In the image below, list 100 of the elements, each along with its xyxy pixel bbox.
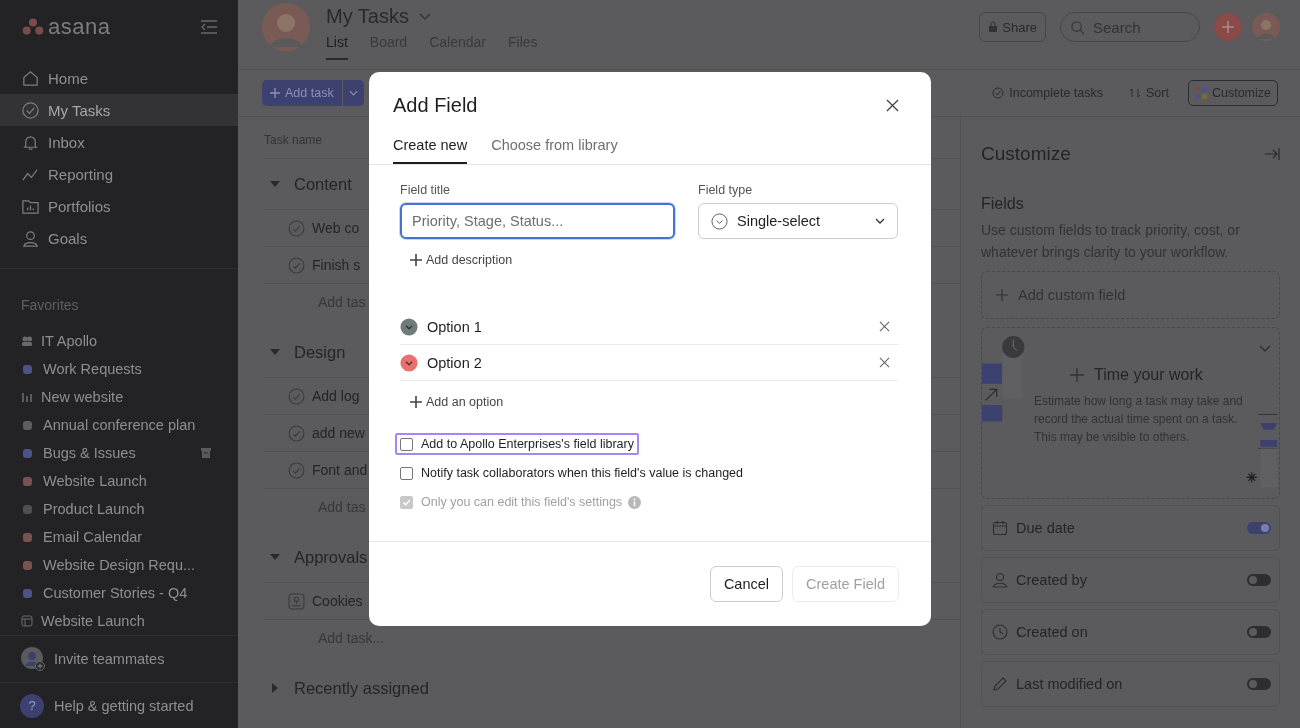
project-item[interactable]: Website Launch (0, 607, 238, 635)
project-item[interactable]: Email Calendar (0, 523, 238, 551)
sort-icon (1129, 87, 1141, 99)
add-task-button[interactable]: Add task (262, 80, 342, 106)
project-item[interactable]: Bugs & Issues (0, 439, 238, 467)
project-item[interactable]: New website (0, 383, 238, 411)
cancel-button[interactable]: Cancel (709, 566, 783, 602)
section-heading: Fields (981, 195, 1025, 213)
plus-icon (996, 289, 1008, 301)
field-type-dropdown[interactable]: Single-select (698, 203, 898, 239)
nav-label: Goals (48, 229, 88, 247)
nav-item[interactable]: Inbox (0, 126, 238, 158)
field-title-input[interactable]: Priority, Stage, Status... (400, 203, 675, 239)
triangle-icon[interactable] (270, 552, 280, 562)
dropdown-value: Single-select (737, 213, 820, 229)
plus-icon (410, 254, 422, 266)
add-option-link[interactable]: Add an option (400, 395, 504, 409)
project-item[interactable]: Website Design Requ... (0, 551, 238, 579)
collapse-panel-icon[interactable] (1264, 147, 1280, 161)
project-item[interactable]: Annual conference plan (0, 411, 238, 439)
view-tab[interactable]: List (326, 34, 348, 60)
help-badge-icon: ? (20, 693, 44, 718)
nav-label: Portfolios (48, 197, 111, 215)
home-icon (21, 68, 40, 88)
project-name: Website Launch (43, 473, 147, 489)
project-name: Annual conference plan (43, 417, 196, 433)
grid-icon (1194, 87, 1207, 99)
project-item[interactable]: Work Requests (0, 355, 238, 383)
check-circle-icon[interactable] (288, 387, 305, 405)
project-name: Email Calendar (43, 529, 143, 545)
option-name[interactable]: Option 1 (427, 318, 482, 335)
checkbox[interactable] (400, 466, 413, 480)
add-task-menu-button[interactable] (341, 80, 364, 106)
project-item[interactable]: IT Apollo (0, 327, 238, 355)
field-icon (992, 520, 1008, 536)
triangle-icon[interactable] (270, 683, 280, 693)
check-circle-icon[interactable] (288, 461, 305, 479)
remove-icon[interactable] (879, 357, 890, 368)
add-button[interactable] (1214, 13, 1242, 41)
option-name[interactable]: Option 2 (427, 354, 482, 371)
option-color-icon[interactable] (400, 317, 418, 336)
triangle-icon[interactable] (270, 179, 280, 189)
toggle-switch[interactable] (1247, 626, 1271, 638)
board-icon (21, 615, 33, 627)
close-icon[interactable] (886, 99, 899, 112)
nav-item[interactable]: Portfolios (0, 190, 238, 222)
stamp-icon[interactable] (288, 592, 305, 610)
triangle-icon[interactable] (270, 347, 280, 357)
team-icon (21, 335, 33, 347)
check-circle-icon[interactable] (288, 424, 305, 442)
section-heading: Favorites (20, 296, 80, 315)
task-name: Cookies (312, 593, 363, 609)
field-icon (992, 572, 1008, 588)
field-label: Field title (400, 183, 452, 197)
remove-icon[interactable] (879, 321, 890, 332)
nav-label: Reporting (48, 165, 114, 183)
checkbox-label[interactable]: Add to Apollo Enterprises's field library (421, 437, 634, 451)
nav-item[interactable]: Home (0, 62, 238, 94)
toggle-switch[interactable] (1247, 678, 1271, 690)
chevron-circle-icon (711, 212, 728, 230)
project-name: IT Apollo (41, 333, 98, 349)
project-name: Work Requests (43, 361, 142, 377)
caret-icon (875, 218, 885, 224)
project-item[interactable]: Customer Stories - Q4 (0, 579, 238, 607)
nav-item[interactable]: Reporting (0, 158, 238, 190)
section-title: Approvals (294, 547, 368, 567)
project-item[interactable]: Website Launch (0, 467, 238, 495)
project-name: New website (41, 389, 124, 405)
checkbox-label[interactable]: Notify task collaborators when this field's value is changed (421, 466, 743, 480)
plus-icon (270, 88, 280, 98)
project-name: Product Launch (43, 501, 145, 517)
person-icon (21, 228, 40, 248)
plus-icon (1070, 368, 1084, 382)
sidebar-toggle-icon[interactable] (200, 20, 218, 34)
checkbox[interactable] (400, 437, 413, 451)
task-name: Add log (312, 388, 360, 404)
toggle-switch[interactable] (1247, 574, 1271, 586)
dialog-tab[interactable]: Create new (393, 137, 468, 164)
avatar[interactable] (1252, 13, 1280, 41)
chevron-down-icon[interactable] (419, 12, 431, 21)
check-circle-icon[interactable] (288, 219, 305, 237)
check-circle-icon[interactable] (288, 256, 305, 274)
invite-button[interactable]: Invite teammates (0, 635, 238, 684)
caret-icon (348, 90, 358, 96)
lock-icon (988, 21, 999, 33)
project-name: Customer Stories - Q4 (43, 585, 188, 601)
section-title: Content (294, 174, 352, 194)
panel-title: Customize (981, 143, 1071, 165)
project-item[interactable]: Product Launch (0, 495, 238, 523)
section-title: Design (294, 342, 346, 362)
toggle-switch[interactable] (1247, 522, 1271, 534)
chevron-down-icon[interactable] (1259, 345, 1271, 353)
help-label: Help & getting started (54, 697, 194, 714)
add-description-link[interactable]: Add description (400, 253, 513, 267)
nav-item[interactable]: Goals (0, 222, 238, 254)
option-color-icon[interactable] (400, 353, 418, 372)
plus-icon (410, 396, 422, 408)
help-button[interactable]: ? Help & getting started (0, 683, 238, 728)
avatar[interactable] (262, 3, 310, 51)
nav-item[interactable]: My Tasks (0, 94, 238, 126)
